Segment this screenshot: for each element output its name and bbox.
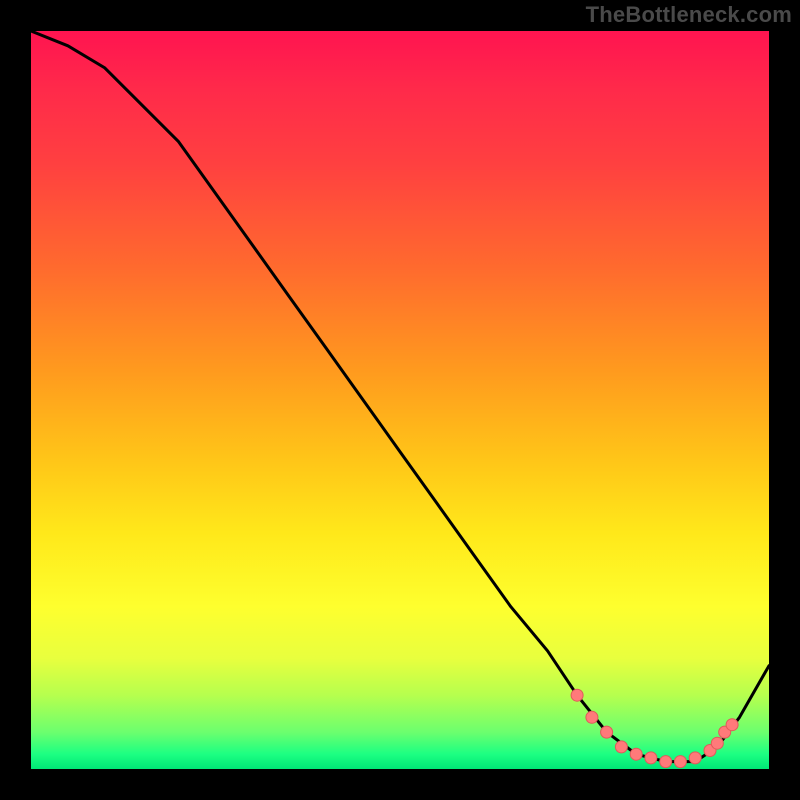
chart-marker bbox=[586, 711, 598, 723]
chart-curve bbox=[31, 31, 769, 762]
chart-marker bbox=[601, 726, 613, 738]
chart-marker bbox=[645, 752, 657, 764]
chart-marker bbox=[630, 748, 642, 760]
chart-marker bbox=[660, 756, 672, 768]
plot-area bbox=[31, 31, 769, 769]
chart-marker bbox=[689, 752, 701, 764]
chart-frame: TheBottleneck.com bbox=[0, 0, 800, 800]
chart-marker bbox=[726, 719, 738, 731]
chart-marker bbox=[615, 741, 627, 753]
chart-marker bbox=[674, 756, 686, 768]
chart-overlay bbox=[31, 31, 769, 769]
watermark-text: TheBottleneck.com bbox=[586, 2, 792, 28]
chart-marker bbox=[711, 737, 723, 749]
chart-markers bbox=[571, 689, 738, 767]
chart-marker bbox=[571, 689, 583, 701]
